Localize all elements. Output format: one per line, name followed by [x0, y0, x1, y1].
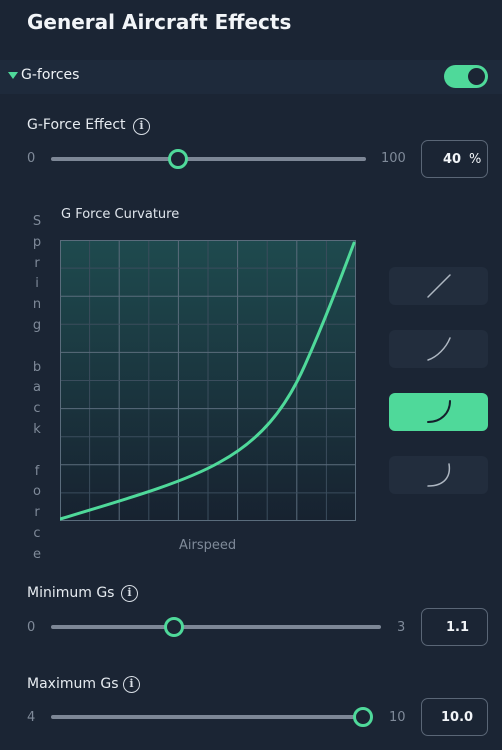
maximum-gs-track[interactable] — [51, 715, 363, 719]
g-force-effect-track[interactable] — [51, 157, 366, 161]
g-force-effect-label: G-Force Effect — [27, 117, 126, 133]
maximum-gs-value: 10.0 — [441, 710, 474, 725]
curve-preset-strong-button[interactable] — [389, 456, 488, 494]
maximum-gs-label: Maximum Gs — [27, 676, 119, 692]
g-forces-toggle[interactable] — [444, 65, 488, 88]
x-axis-label: Airspeed — [179, 538, 237, 553]
slider-max-label: 3 — [397, 620, 406, 635]
panel-title: General Aircraft Effects — [27, 10, 292, 34]
minimum-gs-value: 1.1 — [446, 620, 470, 635]
strong-curve-icon — [427, 463, 451, 487]
g-force-effect-value: 40 — [443, 152, 462, 167]
caret-down-icon[interactable] — [8, 72, 18, 79]
g-force-effect-thumb[interactable] — [168, 149, 188, 169]
toggle-knob — [468, 68, 485, 85]
curvature-title: G Force Curvature — [61, 207, 180, 222]
maximum-gs-thumb[interactable] — [353, 707, 373, 727]
minimum-gs-thumb[interactable] — [164, 617, 184, 637]
slider-min-label: 4 — [27, 710, 36, 725]
info-icon[interactable]: i — [123, 676, 140, 693]
curve-preset-linear-button[interactable] — [389, 267, 488, 305]
moderate-curve-icon — [427, 400, 451, 423]
percent-unit: % — [469, 152, 482, 167]
info-icon[interactable]: i — [133, 118, 150, 135]
minimum-gs-track[interactable] — [51, 625, 381, 629]
slider-max-label: 100 — [381, 151, 406, 166]
info-icon[interactable]: i — [121, 585, 138, 602]
curve-preset-moderate-button[interactable] — [389, 393, 488, 431]
slight-curve-icon — [427, 337, 451, 361]
slider-max-label: 10 — [389, 710, 406, 725]
slider-min-label: 0 — [27, 151, 36, 166]
minimum-gs-label: Minimum Gs — [27, 585, 115, 601]
section-label[interactable]: G-forces — [21, 67, 79, 83]
y-axis-label: S p r i n g b a c k f o r c e — [32, 214, 42, 562]
g-force-effect-input[interactable]: 40 % — [421, 140, 488, 178]
linear-curve-icon — [427, 274, 451, 298]
slider-min-label: 0 — [27, 620, 36, 635]
curvature-chart — [60, 240, 356, 521]
minimum-gs-input[interactable]: 1.1 — [421, 608, 488, 646]
maximum-gs-input[interactable]: 10.0 — [421, 698, 488, 736]
curve-preset-slight-button[interactable] — [389, 330, 488, 368]
